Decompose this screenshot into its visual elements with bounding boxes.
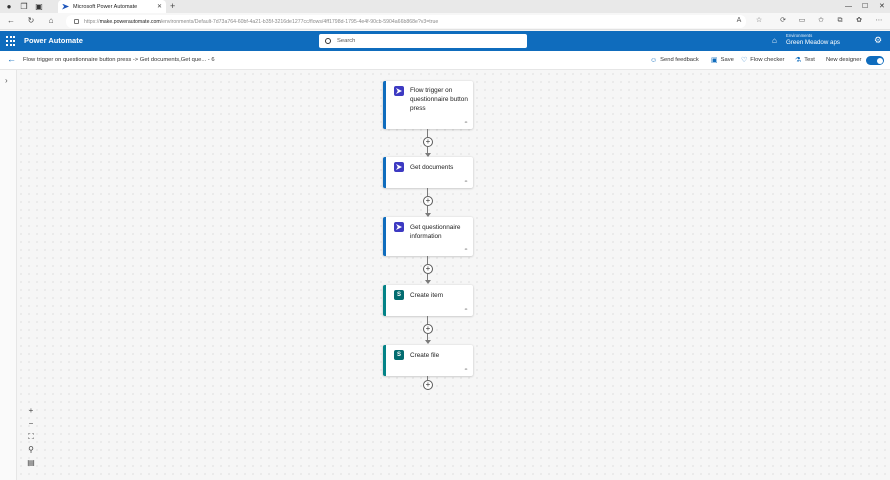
app-header: Power Automate Search ⌂ Environments Gre… — [0, 31, 890, 51]
connector-line — [427, 256, 428, 264]
expand-panel-icon[interactable]: › — [5, 76, 8, 85]
search-canvas-icon[interactable]: ⚲ — [24, 443, 38, 456]
refresh-icon[interactable]: ↻ — [25, 15, 37, 27]
fit-view-icon[interactable]: ⛶ — [24, 430, 38, 443]
beaker-icon: ⚗ — [795, 57, 802, 64]
step-title: Get documents — [410, 164, 454, 171]
flow-step-get-questionnaire[interactable]: Get questionnaire information ⚭ — [383, 217, 473, 256]
favorites-icon[interactable]: ✩ — [816, 16, 826, 26]
split-screen-icon[interactable]: ▭ — [797, 16, 807, 26]
power-automate-icon — [394, 222, 404, 232]
maximize-window-icon[interactable]: ☐ — [862, 0, 868, 13]
extension-icon[interactable]: ⟳ — [778, 16, 788, 26]
link-icon: ⚭ — [463, 367, 468, 373]
environment-label: Environments — [786, 33, 813, 38]
new-tab-button[interactable]: + — [170, 0, 175, 13]
flow-step-get-documents[interactable]: Get documents ⚭ — [383, 157, 473, 188]
environment-name: Green Meadow aps — [786, 39, 840, 46]
canvas-zoom-controls: + − ⛶ ⚲ ▤ — [24, 404, 38, 469]
read-aloud-icon[interactable]: A — [734, 16, 744, 26]
link-icon: ⚭ — [463, 247, 468, 253]
back-icon[interactable]: ← — [5, 15, 17, 27]
add-step-button[interactable]: + — [423, 324, 433, 334]
browser-tab-power-automate[interactable]: Microsoft Power Automate ✕ — [58, 0, 166, 13]
environment-icon[interactable]: ⌂ — [772, 36, 777, 45]
back-arrow-icon[interactable]: ← — [7, 54, 16, 64]
step-title: Get questionnaire information — [410, 224, 461, 240]
browser-tab-title: Microsoft Power Automate — [73, 3, 138, 10]
zoom-out-icon[interactable]: − — [24, 417, 38, 430]
power-automate-favicon-icon — [62, 3, 69, 10]
minimap-icon[interactable]: ▤ — [24, 456, 38, 469]
step-title: Create item — [410, 292, 444, 299]
app-launcher-icon[interactable] — [6, 36, 16, 46]
search-placeholder: Search — [337, 38, 356, 44]
link-icon: ⚭ — [463, 307, 468, 313]
search-icon — [325, 38, 331, 44]
new-designer-label: New designer — [826, 57, 862, 63]
flow-canvas[interactable] — [17, 70, 890, 480]
minimize-window-icon[interactable]: — — [845, 0, 852, 13]
copilot-icon[interactable]: ✿ — [854, 16, 864, 26]
tab-actions-icon[interactable]: ▣ — [33, 0, 45, 13]
zoom-in-icon[interactable]: + — [24, 404, 38, 417]
search-input[interactable]: Search — [319, 34, 527, 48]
flow-checker-button[interactable]: ♡ Flow checker — [741, 51, 784, 70]
close-window-icon[interactable]: ✕ — [879, 0, 885, 13]
collections-icon[interactable]: ⧉ — [835, 16, 845, 26]
sharepoint-icon: S — [394, 290, 404, 300]
test-button[interactable]: ⚗ Test — [795, 51, 815, 70]
step-title: Create file — [410, 352, 440, 359]
command-bar: ← Flow trigger on questionnaire button p… — [0, 51, 890, 70]
more-icon[interactable]: ⋯ — [874, 16, 884, 26]
add-step-button[interactable]: + — [423, 380, 433, 390]
workspaces-icon[interactable]: ❐ — [18, 0, 30, 13]
feedback-icon: ☺ — [650, 57, 658, 64]
close-tab-icon[interactable]: ✕ — [157, 3, 162, 10]
app-title[interactable]: Power Automate — [24, 31, 83, 51]
profile-icon[interactable]: ● — [3, 0, 15, 13]
connector-line — [427, 316, 428, 324]
flow-step-trigger[interactable]: Flow trigger on questionnaire button pre… — [383, 81, 473, 129]
flow-step-create-item[interactable]: S Create item ⚭ — [383, 285, 473, 316]
left-panel: › — [0, 70, 17, 480]
new-designer-toggle[interactable] — [866, 56, 884, 65]
connector-arrow — [424, 340, 431, 344]
add-step-button[interactable]: + — [423, 196, 433, 206]
flow-step-create-file[interactable]: S Create file ⚭ — [383, 345, 473, 376]
browser-toolbar: ← ↻ ⌂ https://make.powerautomate.com/env… — [0, 13, 890, 30]
add-step-button[interactable]: + — [423, 264, 433, 274]
power-automate-icon — [394, 162, 404, 172]
site-info-icon[interactable] — [74, 19, 79, 24]
link-icon: ⚭ — [463, 179, 468, 185]
step-title: Flow trigger on questionnaire button pre… — [410, 87, 468, 112]
link-icon: ⚭ — [463, 120, 468, 126]
environment-picker[interactable]: Environments Green Meadow aps — [786, 33, 840, 46]
stethoscope-icon: ♡ — [741, 57, 748, 64]
connector-line — [427, 206, 428, 213]
connector-line — [427, 188, 428, 196]
connector-line — [427, 129, 428, 137]
connector-arrow — [424, 280, 431, 284]
address-bar[interactable]: https://make.powerautomate.com/environme… — [66, 15, 746, 28]
flow-breadcrumb: Flow trigger on questionnaire button pre… — [23, 57, 215, 63]
save-icon: ▣ — [711, 57, 718, 64]
power-automate-icon — [394, 86, 404, 96]
gear-icon[interactable]: ⚙ — [874, 35, 882, 46]
home-icon[interactable]: ⌂ — [45, 15, 57, 27]
send-feedback-button[interactable]: ☺ Send feedback — [650, 51, 699, 70]
save-button[interactable]: ▣ Save — [711, 51, 734, 70]
sharepoint-icon: S — [394, 350, 404, 360]
add-step-button[interactable]: + — [423, 137, 433, 147]
favorite-star-icon[interactable]: ☆ — [754, 16, 764, 26]
